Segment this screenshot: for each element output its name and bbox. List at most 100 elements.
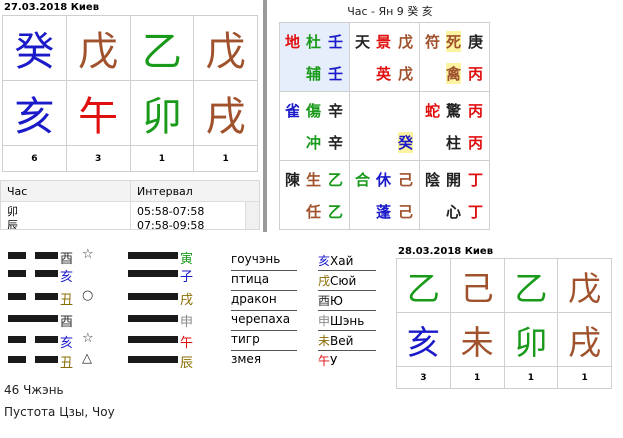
hexagram-marker-icon: ☆ (82, 331, 94, 346)
list-item[interactable]: 辰 07:58-09:58 (1, 216, 259, 230)
grid-glyph-b: 休 (376, 171, 392, 189)
vertical-scrollbar[interactable] (245, 202, 259, 229)
grid-glyph-e: 辅 (306, 65, 322, 83)
top-stem-2: 戊 (65, 15, 131, 81)
grid-glyph-e: 英 (376, 65, 392, 83)
top-number-4: 1 (193, 145, 258, 172)
bottom-branch-3: 卯 (503, 312, 559, 367)
grid-cell: 天景戊英戊 (349, 22, 420, 92)
bottom-branch-1: 亥 (396, 312, 451, 367)
grid-glyph-f: 丙 (468, 65, 484, 83)
hexagram-marker-icon: ☆ (82, 247, 94, 262)
hour-cell: 辰 (1, 216, 131, 229)
grid-glyph-e: 心 (446, 203, 462, 221)
interval-cell: 07:58-09:58 (137, 218, 205, 230)
grid-glyph-f: 己 (398, 203, 414, 221)
hexagram-marker-icon: ○ (82, 288, 94, 303)
grid-cell: 符死庚禽丙 (419, 22, 490, 92)
yang-line (128, 252, 178, 259)
bottom-stem-3: 乙 (503, 258, 559, 313)
relative-entry: 亥Хай (318, 252, 376, 271)
yin-line-segment (35, 270, 58, 277)
top-branch-4: 戌 (193, 80, 258, 146)
grid-cell: 陳生乙任乙 (279, 160, 350, 230)
column-hour-header[interactable]: Час (1, 181, 131, 201)
grid-glyph-e: 禽 (446, 63, 462, 84)
qimen-grid: 地杜壬辅壬 天景戊英戊 符死庚禽丙 雀傷辛冲辛 癸 蛇驚丙柱丙 陳生乙任乙 合休… (279, 22, 490, 230)
grid-cell: 陰開丁心丁 (419, 160, 490, 230)
grid-glyph-a: 蛇 (425, 102, 441, 120)
relative-label: Хай (330, 254, 354, 268)
panel-splitter[interactable] (263, 0, 267, 232)
yang-line (128, 315, 178, 322)
grid-glyph-c: 丙 (468, 102, 484, 120)
grid-glyph-c: 辛 (328, 102, 344, 120)
relative-branch: 申 (318, 314, 331, 328)
top-chart-date: 27.03.2018 Киев (4, 2, 100, 13)
grid-glyph-a: 符 (425, 33, 441, 51)
relative-label: Шэнь (330, 314, 365, 328)
bottom-stem-1: 乙 (396, 258, 451, 313)
hexagram-right-branch: 申 (180, 315, 194, 330)
grid-glyph-b: 傷 (306, 102, 322, 120)
relative-entry: 戌Сюй (318, 272, 376, 291)
top-stem-3: 乙 (129, 15, 195, 81)
yin-line-segment (35, 336, 58, 343)
hexagram-left-branch: 酉 (60, 252, 74, 267)
relative-label: У (330, 354, 338, 368)
hexagram-left-branch: 酉 (60, 315, 74, 330)
grid-glyph-b: 死 (446, 31, 462, 52)
hexagram-left-branch: 丑 (60, 293, 74, 308)
grid-cell: 地杜壬辅壬 (279, 22, 350, 92)
relative-branch: 午 (318, 354, 331, 368)
bottom-stem-2: 己 (449, 258, 505, 313)
grid-glyph-c: 庚 (468, 33, 484, 51)
top-pillar-table: 癸 戊 乙 戊 亥 午 卯 戌 6 3 1 1 (2, 15, 258, 172)
yin-line-segment (35, 252, 58, 259)
top-branch-3: 卯 (129, 80, 195, 146)
yin-line-segment (8, 356, 26, 363)
top-stem-4: 戊 (193, 15, 258, 81)
spirit-label: гоучэнь (231, 252, 297, 271)
grid-glyph-b: 驚 (446, 102, 462, 120)
bottom-chart-date: 28.03.2018 Киев (398, 246, 494, 257)
yang-line (128, 293, 178, 300)
grid-cell: 癸 (349, 91, 420, 161)
relative-label: Ю (330, 294, 343, 308)
grid-glyph-b: 杜 (306, 33, 322, 51)
interval-list[interactable]: Час Интервал 卯 05:58-07:58 辰 07:58-09:58 (0, 180, 260, 230)
spirit-label: дракон (231, 292, 297, 311)
hexagram-right-branch: 寅 (180, 252, 194, 267)
grid-glyph-f: 壬 (328, 65, 344, 83)
relative-branch: 亥 (318, 254, 331, 268)
grid-glyph-c: 乙 (328, 171, 344, 189)
bottom-branch-2: 未 (449, 312, 505, 367)
hexagram-marker-icon: △ (82, 351, 92, 366)
yin-line-segment (8, 336, 26, 343)
yin-line-segment (35, 293, 58, 300)
top-number-3: 1 (129, 145, 195, 172)
relative-label: Вей (330, 334, 354, 348)
hexagram-name: 46 Чжэнь (4, 383, 64, 397)
grid-glyph-a: 雀 (285, 102, 301, 120)
grid-glyph-a: 天 (355, 33, 371, 51)
hexagram-left-branch: 丑 (60, 356, 74, 371)
top-number-1: 6 (2, 145, 67, 172)
hexagram-left-branch: 亥 (60, 336, 74, 351)
grid-glyph-b: 生 (306, 171, 322, 189)
yang-line (128, 336, 178, 343)
grid-glyph-c: 己 (398, 171, 414, 189)
grid-glyph-e: 冲 (306, 134, 322, 152)
grid-glyph-e: 任 (306, 203, 322, 221)
spirit-label: змея (231, 352, 262, 366)
column-interval-header[interactable]: Интервал (131, 185, 193, 198)
relative-branch: 戌 (318, 274, 331, 288)
bottom-pillar-table: 乙 己 乙 戊 亥 未 卯 戌 3 1 1 1 (396, 258, 612, 389)
grid-cell: 合休己蓬己 (349, 160, 420, 230)
hexagram-right-branch: 辰 (180, 356, 194, 371)
interval-list-header: Час Интервал (1, 181, 259, 202)
grid-glyph-a: 地 (285, 33, 301, 51)
relative-entry: 午У (318, 352, 376, 371)
grid-glyph-f: 丁 (468, 203, 484, 221)
yin-line-segment (8, 252, 26, 259)
